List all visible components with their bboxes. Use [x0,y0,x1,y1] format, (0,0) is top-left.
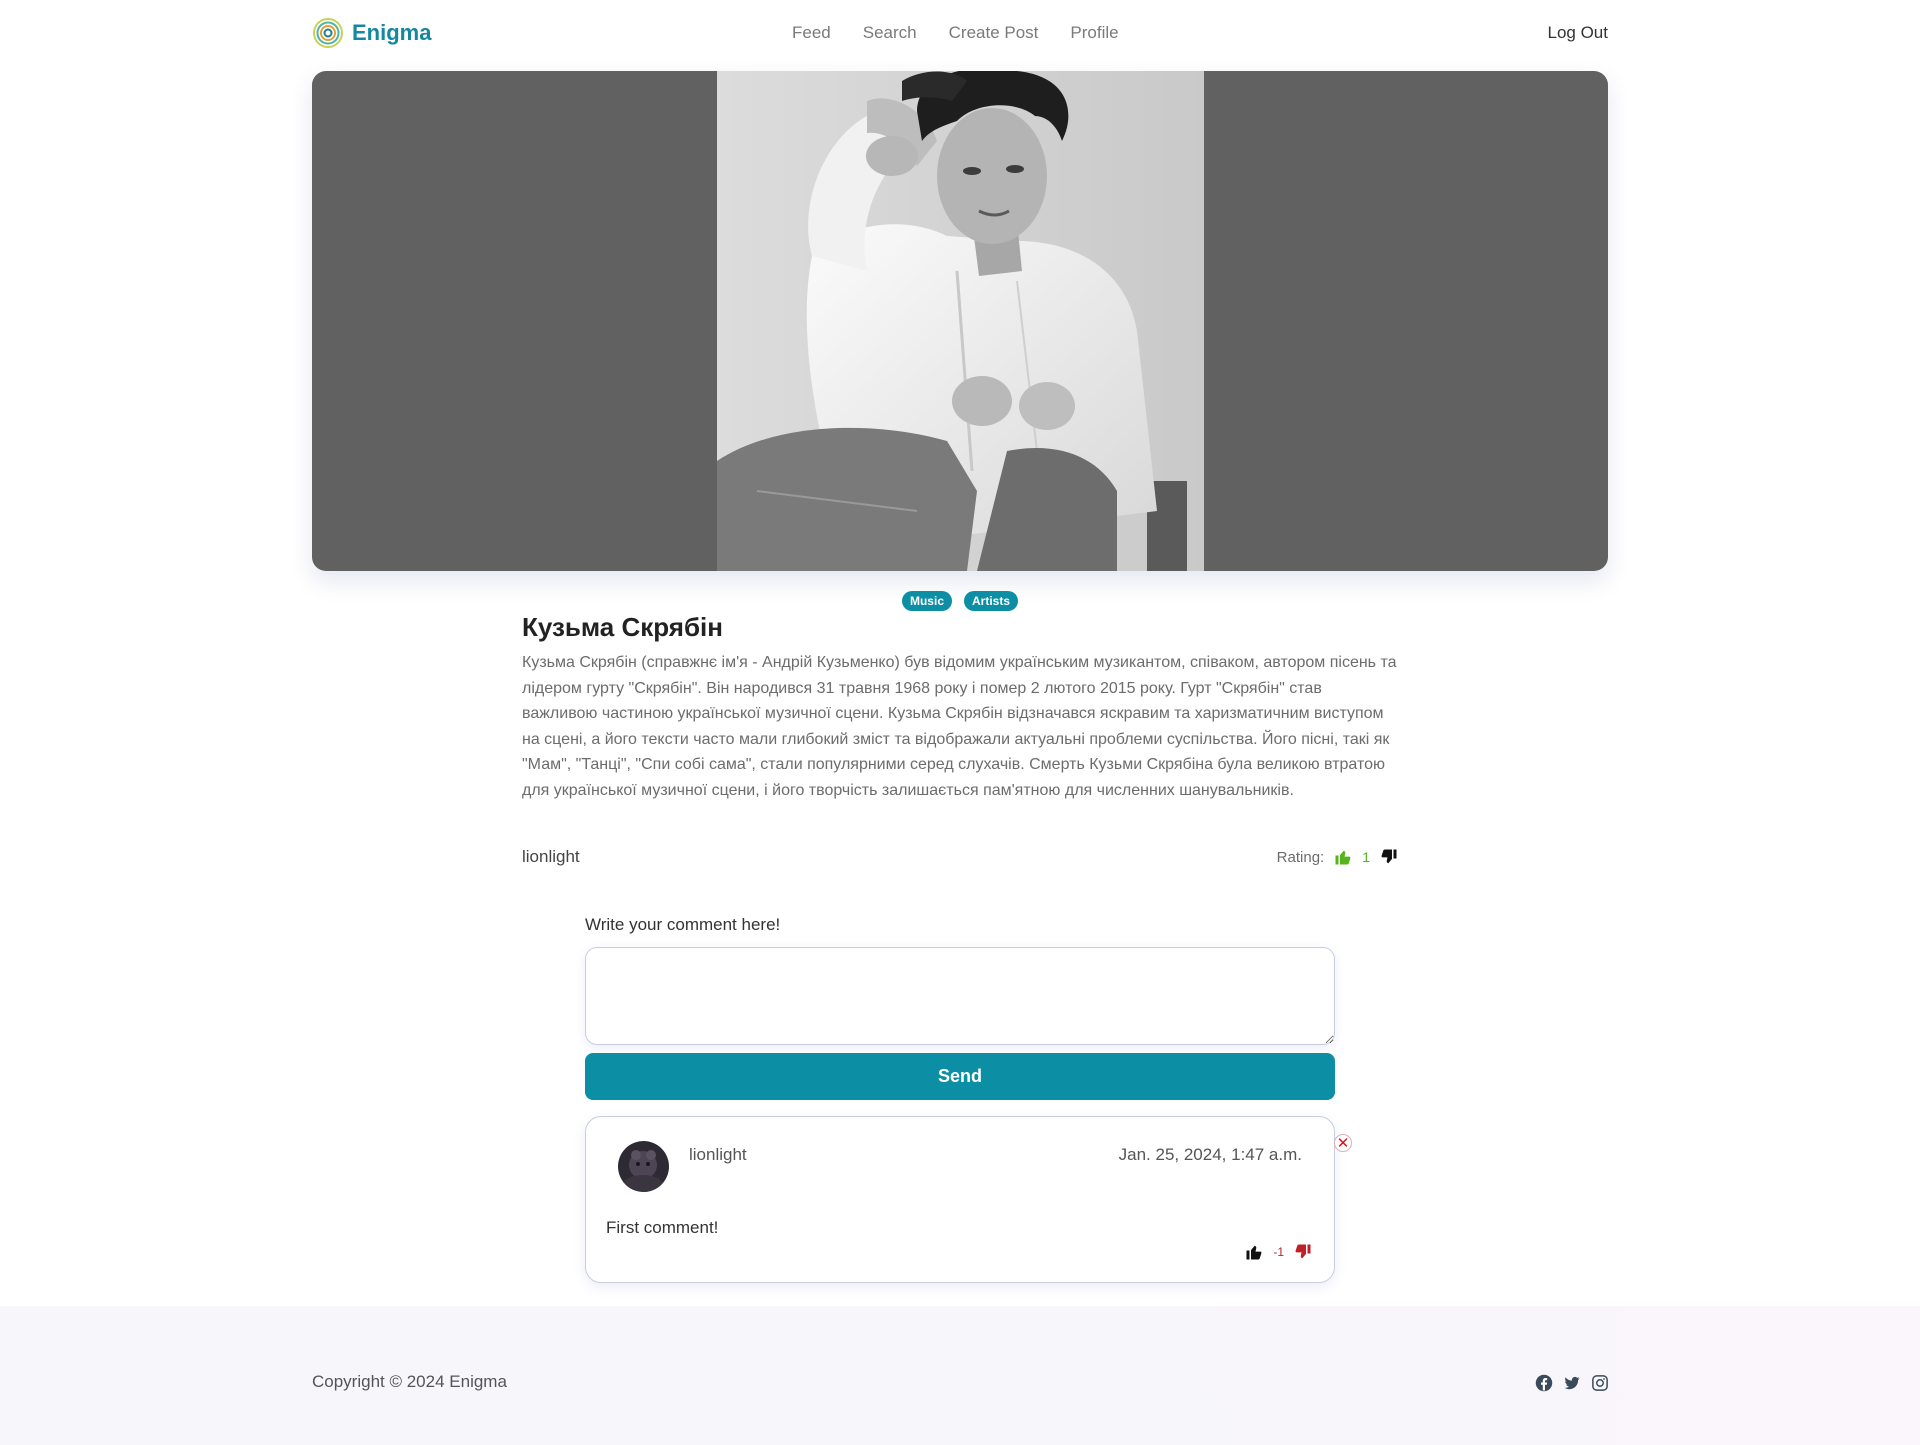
post-tags: Music Artists [0,591,1920,611]
post-rating: Rating: 1 [1277,848,1398,866]
comment-vote-count: -1 [1273,1245,1284,1259]
post-body: Кузьма Скрябін (справжнє ім'я - Андрій К… [522,654,1397,799]
spiral-logo-icon [313,18,343,48]
tag-artists[interactable]: Artists [964,591,1019,611]
nav-feed[interactable]: Feed [792,23,831,43]
brand-name: Enigma [352,20,432,45]
nav-search[interactable]: Search [863,23,917,43]
post-image-banner [312,71,1608,571]
tag-music[interactable]: Music [901,591,952,611]
instagram-icon[interactable] [1591,1374,1609,1392]
nav-profile[interactable]: Profile [1070,23,1118,43]
post-meta: lionlight Rating: 1 [522,846,1398,868]
post-photo [717,71,1204,571]
footer: Copyright © 2024 Enigma [0,1306,1920,1445]
thumbs-up-icon[interactable] [1334,848,1352,866]
post-title: Кузьма Скрябін [522,612,723,642]
thumbs-down-icon[interactable] [1380,848,1398,866]
rating-count: 1 [1362,849,1370,865]
navbar: Enigma Feed Search Create Post Profile L… [312,0,1608,66]
brand-link[interactable]: Enigma [312,17,431,49]
post-author[interactable]: lionlight [522,847,580,867]
twitter-icon[interactable] [1563,1374,1581,1392]
delete-comment-button[interactable]: ✕ [1334,1134,1352,1152]
avatar[interactable] [618,1141,669,1192]
send-button[interactable]: Send [585,1053,1335,1100]
comment-date: Jan. 25, 2024, 1:47 a.m. [1118,1145,1302,1164]
nav-create-post[interactable]: Create Post [949,23,1039,43]
facebook-icon[interactable] [1535,1374,1553,1392]
comment-label: Write your comment here! [585,915,781,934]
comment-thumbs-up-icon[interactable] [1245,1243,1263,1261]
comment-text: First comment! [606,1218,719,1237]
main-nav: Feed Search Create Post Profile [792,0,1119,66]
copyright: Copyright © 2024 Enigma [312,1372,507,1391]
comment-votes: -1 [1245,1243,1312,1261]
comment-author[interactable]: lionlight [689,1145,747,1165]
comment-card: lionlight Jan. 25, 2024, 1:47 a.m. First… [585,1116,1335,1283]
comment-input[interactable] [585,947,1335,1045]
social-links [1535,1374,1609,1392]
comment-thumbs-down-icon[interactable] [1294,1243,1312,1261]
rating-label: Rating: [1276,848,1325,866]
logout-link[interactable]: Log Out [1548,0,1609,66]
